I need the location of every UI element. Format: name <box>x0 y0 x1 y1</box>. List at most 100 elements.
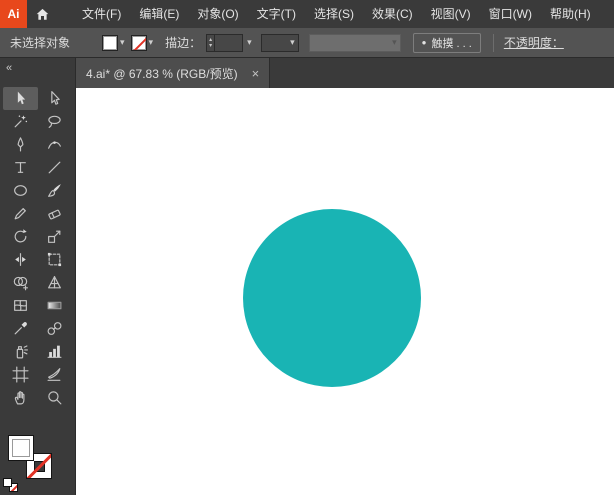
perspective-grid-icon <box>46 274 63 291</box>
menu-bar: Ai 文件(F) 编辑(E) 对象(O) 文字(T) 选择(S) 效果(C) 视图(V) 窗口… <box>0 0 614 28</box>
stroke-color-control[interactable]: ▾ <box>130 34 154 51</box>
document-tab[interactable]: 4.ai* @ 67.83 % (RGB/预览) × <box>76 58 271 88</box>
direct-selection-tool[interactable] <box>38 87 73 110</box>
canvas[interactable] <box>76 88 614 495</box>
ellipse-tool[interactable] <box>3 179 38 202</box>
hand-tool[interactable] <box>3 386 38 409</box>
slice-tool[interactable] <box>38 363 73 386</box>
paintbrush-tool[interactable] <box>38 179 73 202</box>
line-segment-tool[interactable] <box>38 156 73 179</box>
default-fill-stroke-button[interactable] <box>3 478 23 493</box>
pencil-tool[interactable] <box>3 202 38 225</box>
menu-item[interactable]: 文字(T) <box>248 0 305 28</box>
menu-item[interactable]: 选择(S) <box>305 0 363 28</box>
fill-swatch[interactable] <box>102 34 118 51</box>
tab-title: 4.ai* @ 67.83 % (RGB/预览) <box>86 66 238 81</box>
menu-bar-items: 文件(F) 编辑(E) 对象(O) 文字(T) 选择(S) 效果(C) 视图(V) 窗口(W)… <box>73 0 600 28</box>
ellipse-icon <box>12 182 29 199</box>
menu-item[interactable]: 帮助(H) <box>541 0 600 28</box>
eyedropper-icon <box>12 320 29 337</box>
app-logo-text: Ai <box>7 7 20 21</box>
curvature-icon <box>46 136 63 153</box>
menu-item[interactable]: 视图(V) <box>422 0 480 28</box>
symbol-sprayer-icon <box>12 343 29 360</box>
width-icon <box>12 251 29 268</box>
mesh-icon <box>12 297 29 314</box>
type-icon <box>12 159 29 176</box>
shape-builder-icon <box>12 274 29 291</box>
magic-wand-tool[interactable] <box>3 110 38 133</box>
ellipse-shape[interactable] <box>243 209 421 387</box>
gradient-icon <box>46 297 63 314</box>
rotate-icon <box>12 228 29 245</box>
fill-color-control[interactable]: ▾ <box>102 34 125 51</box>
free-transform-tool[interactable] <box>38 248 73 271</box>
tool-panel-header: « <box>0 58 75 84</box>
slice-icon <box>46 366 63 383</box>
column-graph-icon <box>46 343 63 360</box>
tool-grid <box>0 84 75 409</box>
separator <box>492 33 494 52</box>
lasso-tool[interactable] <box>38 110 73 133</box>
direct-selection-icon <box>46 90 63 107</box>
pen-tool[interactable] <box>3 133 38 156</box>
paintbrush-icon <box>46 182 63 199</box>
home-icon <box>35 7 50 22</box>
selection-tool[interactable] <box>3 87 38 110</box>
menu-item[interactable]: 窗口(W) <box>480 0 541 28</box>
artboard-tool[interactable] <box>3 363 38 386</box>
stroke-swatch[interactable] <box>130 34 147 51</box>
eyedropper-tool[interactable] <box>3 317 38 340</box>
width-tool[interactable] <box>3 248 38 271</box>
home-button[interactable] <box>27 0 57 28</box>
stroke-weight-dropdown[interactable]: ▾ <box>247 38 252 47</box>
close-tab-icon[interactable]: × <box>252 67 260 80</box>
mini-fill-swatch <box>3 478 12 487</box>
menu-item[interactable]: 对象(O) <box>188 0 247 28</box>
none-slash-icon <box>131 35 146 50</box>
collapse-panel-button[interactable]: « <box>6 62 12 74</box>
zoom-tool[interactable] <box>38 386 73 409</box>
document-tab-bar: 4.ai* @ 67.83 % (RGB/预览) × <box>76 58 614 88</box>
rotate-tool[interactable] <box>3 225 38 248</box>
width-profile-dropdown: ▾ <box>308 33 401 52</box>
symbol-sprayer-tool[interactable] <box>3 340 38 363</box>
blend-icon <box>46 320 63 337</box>
app-logo: Ai <box>0 0 27 28</box>
stroke-weight-input[interactable] <box>215 33 244 52</box>
stroke-label: 描边： <box>165 36 202 50</box>
column-graph-tool[interactable] <box>38 340 73 363</box>
gradient-tool[interactable] <box>38 294 73 317</box>
blend-tool[interactable] <box>38 317 73 340</box>
stroke-weight-stepper[interactable]: ▴ ▾ <box>206 33 244 52</box>
perspective-grid-tool[interactable] <box>38 271 73 294</box>
opacity-label[interactable]: 不透明度： <box>504 34 564 51</box>
scale-icon <box>46 228 63 245</box>
curvature-tool[interactable] <box>38 133 73 156</box>
menu-item[interactable]: 效果(C) <box>363 0 422 28</box>
free-transform-icon <box>46 251 63 268</box>
menu-item[interactable]: 编辑(E) <box>130 0 188 28</box>
fill-color-selector[interactable] <box>8 435 34 461</box>
artboard-icon <box>12 366 29 383</box>
lasso-icon <box>46 113 63 130</box>
brush-definition-dropdown[interactable]: ▾ <box>260 33 299 52</box>
type-tool[interactable] <box>3 156 38 179</box>
selection-icon <box>12 90 29 107</box>
line-segment-icon <box>46 159 63 176</box>
scale-tool[interactable] <box>38 225 73 248</box>
tool-panel: « <box>0 58 76 495</box>
chevron-down-icon[interactable]: ▾ <box>149 38 154 47</box>
fill-stroke-control <box>8 435 54 479</box>
shape-builder-tool[interactable] <box>3 271 38 294</box>
spinner-arrows-icon[interactable]: ▴ ▾ <box>206 33 216 52</box>
selection-status: 未选择对象 <box>10 36 71 50</box>
touch-type-button[interactable]: ● 触摸 . . . <box>412 32 481 53</box>
pen-icon <box>12 136 29 153</box>
pencil-icon <box>12 205 29 222</box>
chevron-down-icon: ▾ <box>392 37 397 47</box>
mesh-tool[interactable] <box>3 294 38 317</box>
eraser-tool[interactable] <box>38 202 73 225</box>
menu-item[interactable]: 文件(F) <box>73 0 130 28</box>
chevron-down-icon[interactable]: ▾ <box>120 38 125 47</box>
